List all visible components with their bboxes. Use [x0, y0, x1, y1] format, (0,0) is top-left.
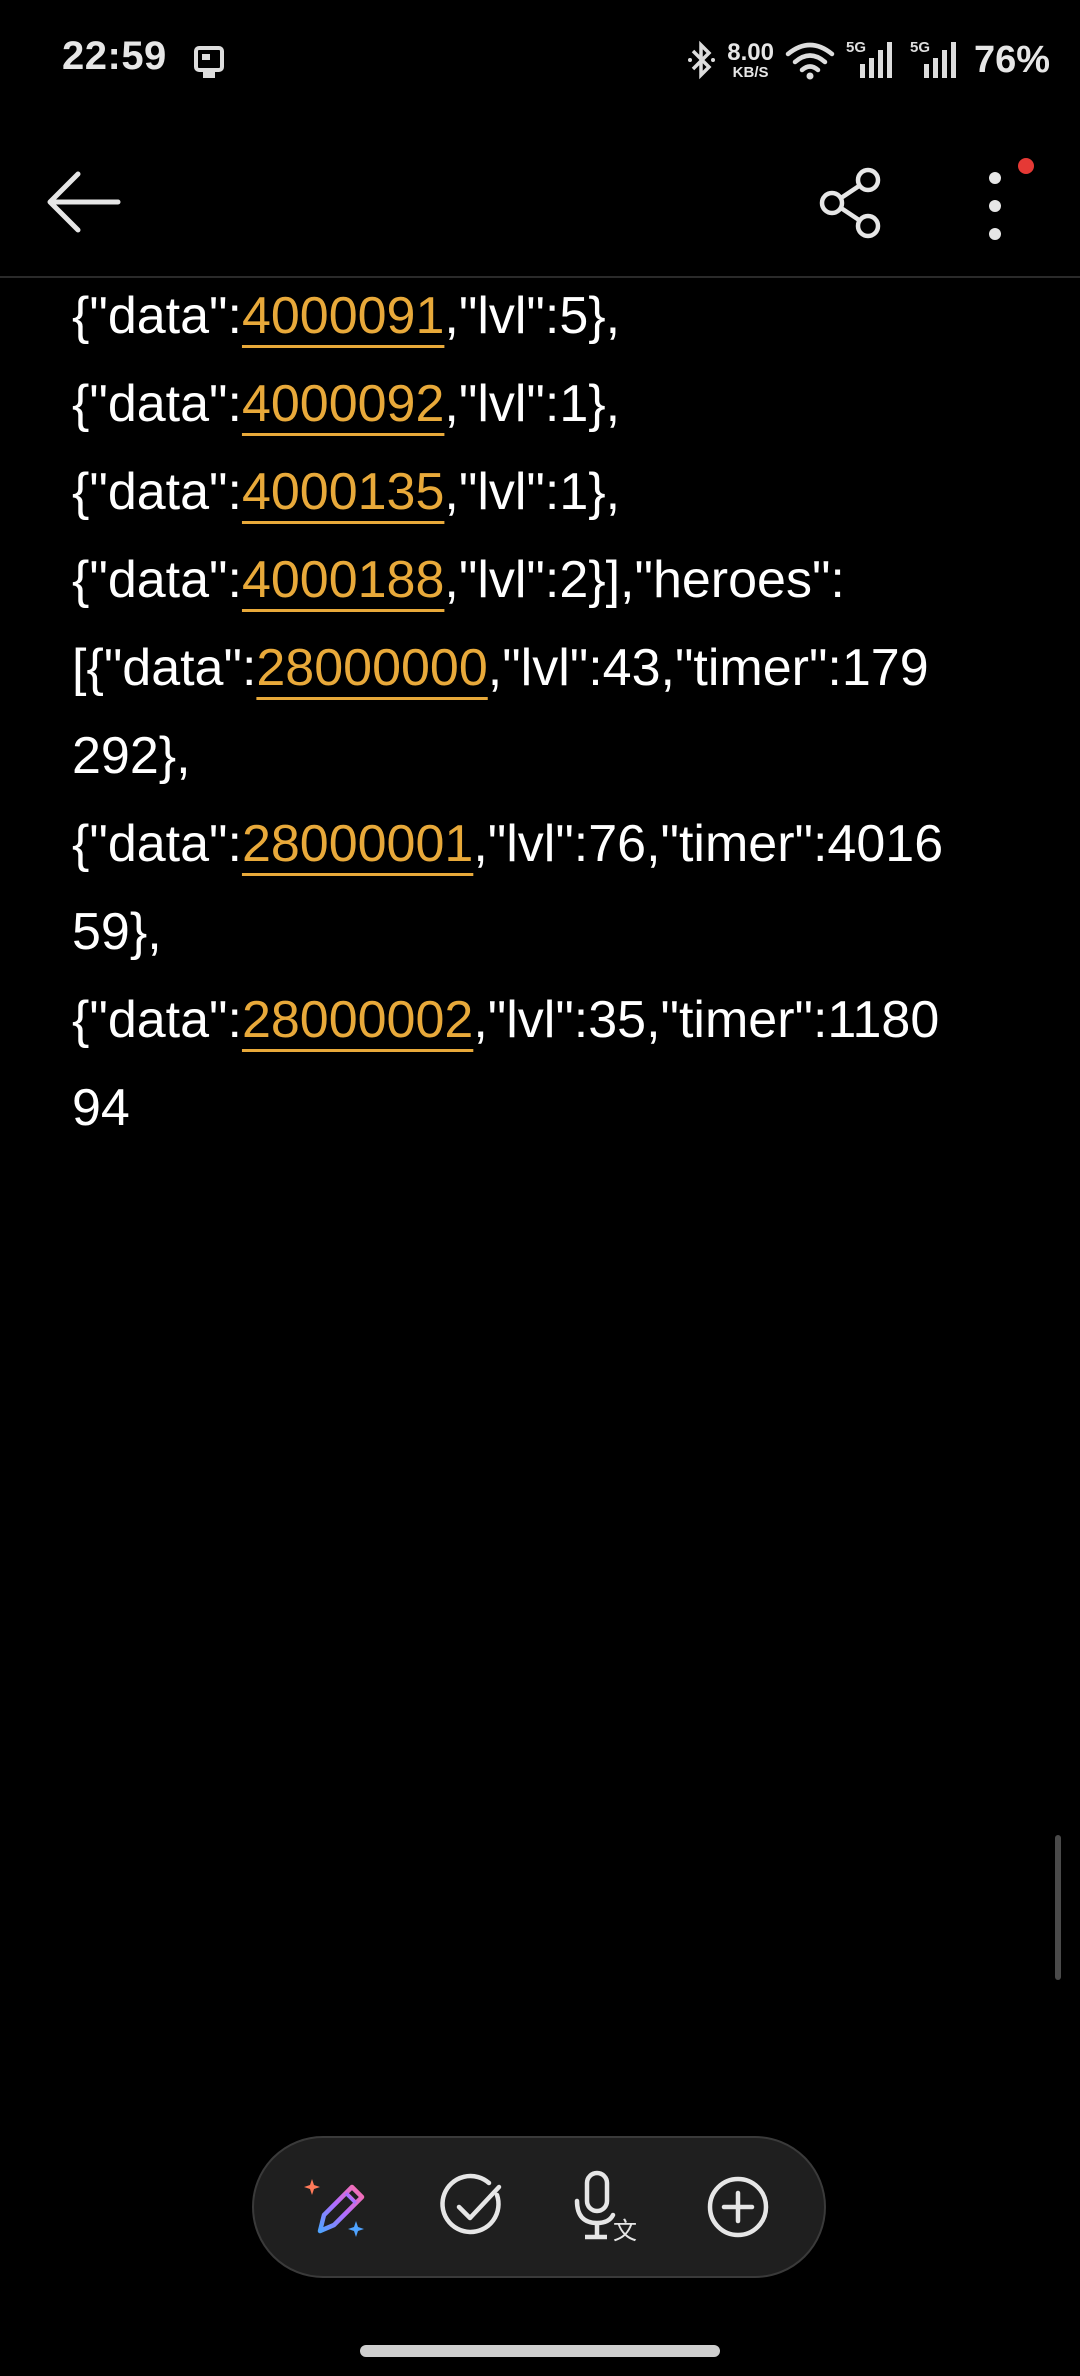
note-text: ,"lvl":2}],"heroes":: [444, 551, 845, 609]
note-line: {"data":4000092,"lvl":1},: [72, 360, 1012, 448]
note-text: {"data":: [72, 991, 242, 1049]
phone-number-link[interactable]: 4000091: [242, 287, 444, 345]
note-text: {"data":: [72, 375, 242, 433]
scrollbar[interactable]: [1055, 1835, 1061, 1980]
phone-number-link[interactable]: 28000002: [242, 991, 473, 1049]
app-toolbar: [0, 120, 1080, 278]
svg-text:文: 文: [613, 2217, 637, 2245]
note-text: ,"lvl":5},: [444, 287, 621, 345]
checklist-button[interactable]: [431, 2165, 515, 2249]
phone-number-link[interactable]: 4000092: [242, 375, 444, 433]
note-text: ,"lvl":1},: [444, 463, 621, 521]
more-vertical-icon[interactable]: [960, 160, 1030, 250]
speed-value: 8.00: [727, 38, 774, 66]
note-text: [{"data":: [72, 639, 257, 697]
note-line: [{"data":28000000,"lvl":43,"timer":179: [72, 624, 1012, 712]
phone-number-link[interactable]: 4000135: [242, 463, 444, 521]
note-text: {"data":: [72, 551, 242, 609]
status-time: 22:59: [62, 34, 167, 78]
add-icon: [707, 2176, 768, 2238]
phone-number-link[interactable]: 28000000: [256, 639, 487, 697]
note-line: 59},: [72, 888, 1012, 976]
voice-to-text-button[interactable]: 文: [563, 2165, 647, 2249]
svg-text:5G: 5G: [910, 39, 930, 56]
status-bar: 22:59 8.00 KB/S 5G 5G 76%: [0, 0, 1080, 120]
bluetooth-icon: [688, 40, 716, 80]
ai-pen-icon: [304, 2179, 365, 2237]
checklist-icon: [440, 2173, 501, 2235]
phone-number-link[interactable]: 4000188: [242, 551, 444, 609]
svg-text:5G: 5G: [846, 39, 866, 56]
note-text: ,"lvl":35,"timer":1180: [473, 991, 940, 1049]
signal-5g-icon: 5G: [910, 39, 956, 78]
home-indicator[interactable]: [360, 2345, 720, 2357]
note-text: ,"lvl":43,"timer":179: [487, 639, 929, 697]
note-line: 94: [72, 1064, 1012, 1152]
wifi-icon: [785, 42, 835, 80]
note-text: 292},: [72, 727, 191, 785]
phone-number-link[interactable]: 28000001: [242, 815, 473, 873]
note-line: {"data":4000091,"lvl":5},: [72, 272, 1012, 360]
share-icon[interactable]: [810, 162, 892, 244]
note-line: {"data":28000002,"lvl":35,"timer":1180: [72, 976, 1012, 1064]
ai-pen-button[interactable]: [298, 2165, 382, 2249]
note-text: {"data":: [72, 463, 242, 521]
battery-level: 76%: [973, 38, 1050, 81]
back-arrow-icon[interactable]: [38, 162, 128, 242]
note-line: {"data":28000001,"lvl":76,"timer":4016: [72, 800, 1012, 888]
notification-dot: [1018, 158, 1034, 174]
status-icons: 8.00 KB/S 5G 5G 76%: [687, 30, 1050, 90]
note-line: {"data":4000135,"lvl":1},: [72, 448, 1012, 536]
note-text: {"data":: [72, 287, 242, 345]
note-text: ,"lvl":1},: [444, 375, 621, 433]
note-text: {"data":: [72, 815, 242, 873]
note-line: 292},: [72, 712, 1012, 800]
network-speed: 8.00 KB/S: [727, 38, 774, 81]
voice-to-text-icon: 文: [575, 2170, 637, 2245]
note-text: 94: [72, 1079, 130, 1137]
note-line: {"data":4000188,"lvl":2}],"heroes":: [72, 536, 1012, 624]
signal-5g-icon: 5G: [846, 39, 892, 78]
note-text: ,"lvl":76,"timer":4016: [473, 815, 944, 873]
add-button[interactable]: [696, 2165, 780, 2249]
speed-unit: KB/S: [732, 63, 769, 81]
nfc-icon: [194, 46, 224, 78]
note-content[interactable]: {"data":4000091,"lvl":5}, {"data":4000092…: [72, 272, 1012, 1152]
bottom-toolbar: 文: [252, 2136, 826, 2278]
note-text: 59},: [72, 903, 162, 961]
